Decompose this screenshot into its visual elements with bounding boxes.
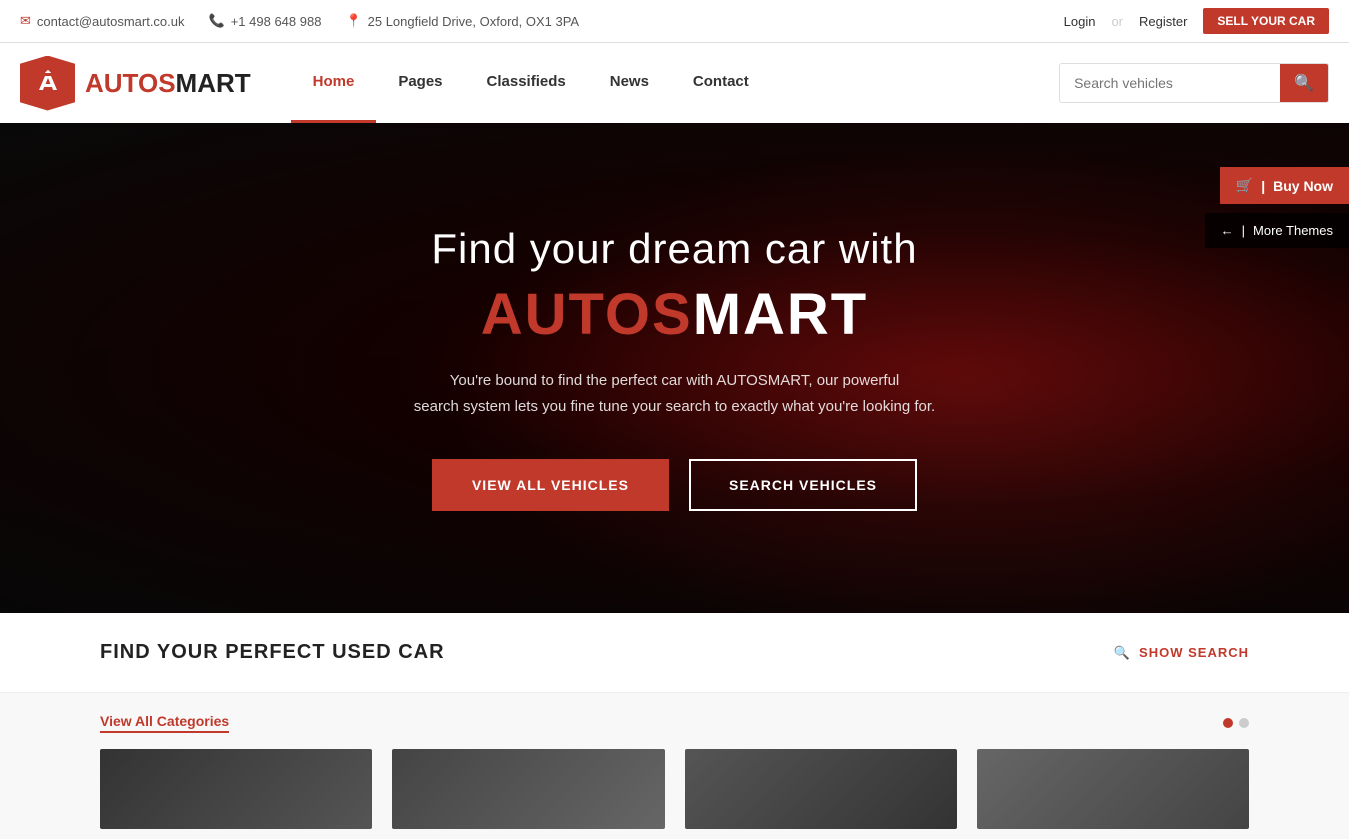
email-address: contact@autosmart.co.uk	[37, 14, 185, 29]
hero-section: Find your dream car with AUTOSMART You'r…	[0, 123, 1349, 613]
buy-now-widget[interactable]: 🛒 | Buy Now	[1220, 167, 1349, 204]
hero-content: Find your dream car with AUTOSMART You'r…	[394, 205, 955, 531]
logo-mart: MART	[176, 68, 251, 98]
buy-now-label: Buy Now	[1273, 178, 1333, 194]
address-text: 25 Longfield Drive, Oxford, OX1 3PA	[368, 14, 579, 29]
logo-icon	[20, 56, 75, 111]
address-item: 📍 25 Longfield Drive, Oxford, OX1 3PA	[345, 13, 579, 29]
view-all-button[interactable]: VIEW ALL VEHICLES	[432, 459, 669, 511]
nav-links: Home Pages Classifieds News Contact	[291, 43, 1059, 123]
category-card-1[interactable]	[100, 749, 372, 829]
hero-buttons: VIEW ALL VEHICLES SEARCH VEHICLES	[414, 459, 935, 511]
section-title: FIND YOUR PERFECT USED CAR	[100, 641, 445, 664]
login-link[interactable]: Login	[1064, 14, 1096, 29]
search-box: 🔍	[1059, 63, 1329, 103]
register-link[interactable]: Register	[1139, 14, 1187, 29]
search-vehicles-button[interactable]: SEARCH VEHICLES	[689, 459, 917, 511]
logo-link[interactable]: AUTOSMART	[20, 56, 251, 111]
dot-2[interactable]	[1239, 718, 1249, 728]
view-all-categories-link[interactable]: View All Categories	[100, 713, 229, 733]
search-input[interactable]	[1060, 66, 1280, 100]
top-bar-left: ✉ contact@autosmart.co.uk 📞 +1 498 648 9…	[20, 13, 579, 29]
dot-1[interactable]	[1223, 718, 1233, 728]
top-bar-right: Login or Register Sell Your Car	[1064, 8, 1329, 34]
search-icon: 🔍	[1294, 75, 1314, 92]
arrow-left-icon: ←	[1221, 223, 1234, 238]
phone-item: 📞 +1 498 648 988	[209, 13, 322, 29]
logo-auto: AUTOS	[85, 68, 176, 98]
category-card-3[interactable]	[685, 749, 957, 829]
phone-number: +1 498 648 988	[231, 14, 322, 29]
phone-icon: 📞	[209, 13, 225, 29]
more-themes-widget[interactable]: ← | More Themes	[1205, 213, 1349, 248]
show-search-label: SHOW SEARCH	[1139, 645, 1249, 660]
nav-pages[interactable]: Pages	[376, 43, 464, 123]
hero-subtitle: You're bound to find the perfect car wit…	[414, 368, 935, 419]
hero-brand-auto: AUTOS	[481, 282, 693, 347]
logo-text: AUTOSMART	[85, 68, 251, 99]
hero-subtitle-line1: You're bound to find the perfect car wit…	[450, 372, 900, 389]
cart-icon: 🛒	[1236, 177, 1253, 194]
navbar: AUTOSMART Home Pages Classifieds News Co…	[0, 43, 1349, 123]
more-themes-label: More Themes	[1253, 223, 1333, 238]
category-cards	[100, 749, 1249, 829]
email-item: ✉ contact@autosmart.co.uk	[20, 13, 185, 29]
or-divider: or	[1111, 14, 1123, 29]
hero-brand: AUTOSMART	[414, 281, 935, 348]
nav-classifieds[interactable]: Classifieds	[465, 43, 588, 123]
top-bar: ✉ contact@autosmart.co.uk 📞 +1 498 648 9…	[0, 0, 1349, 43]
nav-contact[interactable]: Contact	[671, 43, 771, 123]
show-search-button[interactable]: 🔍 SHOW SEARCH	[1114, 645, 1249, 661]
email-icon: ✉	[20, 13, 31, 29]
location-icon: 📍	[345, 13, 361, 29]
separator-2: |	[1242, 223, 1245, 238]
separator: |	[1261, 178, 1265, 194]
search-icon-2: 🔍	[1114, 645, 1131, 661]
categories-section: View All Categories	[0, 693, 1349, 839]
category-card-2[interactable]	[392, 749, 664, 829]
hero-brand-mart: MART	[693, 282, 869, 347]
category-card-4[interactable]	[977, 749, 1249, 829]
hero-title: Find your dream car with	[414, 225, 935, 273]
search-panel: FIND YOUR PERFECT USED CAR 🔍 SHOW SEARCH	[0, 613, 1349, 693]
sell-car-button[interactable]: Sell Your Car	[1203, 8, 1329, 34]
nav-news[interactable]: News	[588, 43, 671, 123]
carousel-dots	[1223, 718, 1249, 728]
search-button[interactable]: 🔍	[1280, 64, 1328, 102]
nav-home[interactable]: Home	[291, 43, 377, 123]
hero-subtitle-line2: search system lets you fine tune your se…	[414, 398, 935, 415]
categories-header: View All Categories	[100, 713, 1249, 733]
